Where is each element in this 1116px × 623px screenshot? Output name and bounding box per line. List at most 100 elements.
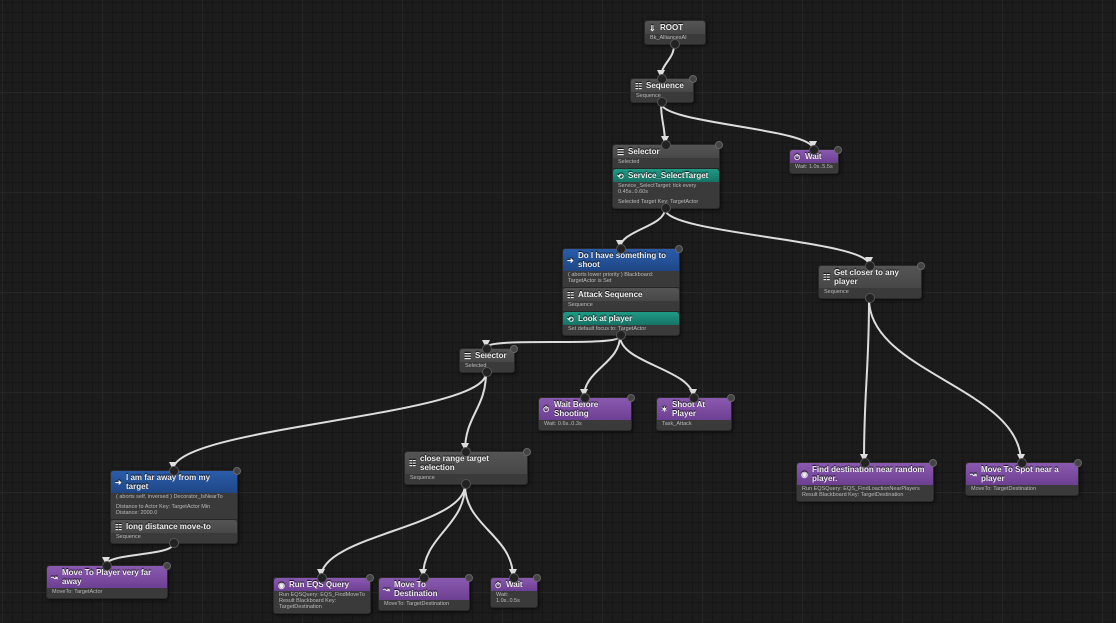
edge-get_closer-find_dest (864, 299, 869, 462)
output-pin[interactable] (616, 330, 626, 340)
bt-node-selector_main[interactable]: ☰SelectorSelected⟲Service_SelectTargetSe… (612, 144, 720, 209)
edge-root-seq_top (661, 45, 674, 78)
input-pin[interactable] (616, 244, 626, 254)
node-subtitle: ( aborts self, inversed ) Decorator_IsNe… (111, 493, 237, 503)
service-icon: ⟲ (567, 315, 575, 323)
bt-node-far_away[interactable]: ➜I am far away from my target( aborts se… (110, 470, 238, 544)
node-title: long distance move-to (126, 522, 211, 531)
breakpoint-toggle[interactable] (233, 467, 241, 475)
wait-icon: ⏱ (543, 405, 551, 413)
breakpoint-toggle[interactable] (510, 345, 518, 353)
edge-selector2-close_range (465, 373, 486, 451)
eqs-icon: ◉ (801, 470, 809, 478)
node-subtitle: Service_SelectTarget: tick every 0.45s..… (613, 182, 719, 198)
wait-icon: ⏱ (794, 153, 802, 161)
node-subtitle: MoveTo: TargetDestination (966, 485, 1078, 495)
output-pin[interactable] (657, 97, 667, 107)
bt-node-move_spot[interactable]: ↝Move To Spot near a player MoveTo: Targe… (965, 462, 1079, 496)
breakpoint-toggle[interactable] (727, 394, 735, 402)
edge-seq_top-selector_main (661, 103, 665, 144)
sequence-icon: ☷ (115, 523, 123, 531)
input-pin[interactable] (102, 561, 112, 571)
bt-node-attack_seq[interactable]: ➜Do I have something to shoot( aborts lo… (562, 248, 680, 336)
node-subtitle: Run EQSQuery: EQS_FindLoactionNearPlayer… (797, 485, 933, 501)
edge-attack_seq-shoot (620, 336, 693, 397)
decorator-icon: ➜ (567, 256, 575, 264)
input-pin[interactable] (580, 393, 590, 403)
input-pin[interactable] (865, 261, 875, 271)
move-icon: ↝ (383, 585, 391, 593)
edge-close_range-wait_bottom (465, 485, 513, 577)
input-pin[interactable] (661, 140, 671, 150)
breakpoint-toggle[interactable] (627, 394, 635, 402)
edge-far_away-move_far (106, 544, 173, 565)
root-icon: ⇓ (649, 24, 657, 32)
breakpoint-toggle[interactable] (689, 75, 697, 83)
node-title: Attack Sequence (578, 290, 642, 299)
edge-get_closer-move_spot (869, 299, 1021, 462)
input-pin[interactable] (317, 573, 327, 583)
breakpoint-toggle[interactable] (834, 146, 842, 154)
output-pin[interactable] (661, 203, 671, 213)
breakpoint-toggle[interactable] (929, 459, 937, 467)
output-pin[interactable] (670, 39, 680, 49)
sequence-icon: ☷ (567, 291, 575, 299)
output-pin[interactable] (461, 479, 471, 489)
bt-node-move_dest[interactable]: ↝Move To DestinationMoveTo: TargetDestin… (378, 577, 470, 611)
node-title: Selector (475, 351, 507, 360)
node-title: Find destination near random player. (812, 465, 929, 483)
bt-node-wait_before_shoot[interactable]: ⏱Wait Before ShootingWait: 0.6s..0.3s (538, 397, 632, 431)
edge-seq_top-wait_top (661, 103, 813, 149)
input-pin[interactable] (1017, 458, 1027, 468)
edge-close_range-move_dest (423, 485, 465, 577)
node-detail: Distance to Actor Key: TargetActor Min D… (111, 503, 237, 519)
move-icon: ↝ (51, 573, 59, 581)
node-subtitle: Selected (613, 158, 719, 168)
node-title: close range target selection (420, 454, 523, 472)
input-pin[interactable] (657, 74, 667, 84)
node-subtitle: Task_Attack (657, 420, 731, 430)
output-pin[interactable] (169, 538, 179, 548)
input-pin[interactable] (419, 573, 429, 583)
breakpoint-toggle[interactable] (715, 141, 723, 149)
node-title: Service_SelectTarget (628, 171, 708, 180)
input-pin[interactable] (482, 344, 492, 354)
breakpoint-toggle[interactable] (163, 562, 171, 570)
bt-node-root[interactable]: ⇓ROOTBk_AlliancesAI (644, 20, 706, 45)
bt-node-move_far[interactable]: ↝Move To Player very far awayMoveTo: Tar… (46, 565, 168, 599)
node-title: Get closer to any player (834, 268, 917, 286)
bt-node-find_dest[interactable]: ◉Find destination near random player. Run… (796, 462, 934, 502)
bt-node-run_eqs[interactable]: ◉Run EQS QueryRun EQSQuery: EQS_FindMove… (273, 577, 371, 614)
breakpoint-toggle[interactable] (533, 574, 541, 582)
edge-attack_seq-selector2 (486, 336, 620, 348)
bt-node-get_closer[interactable]: ☷Get closer to any playerSequence (818, 265, 922, 299)
node-title: Move To Spot near a player (981, 465, 1074, 483)
breakpoint-toggle[interactable] (1074, 459, 1082, 467)
bt-node-wait_bottom[interactable]: ⏱WaitWait: 1.0s..0.5s (490, 577, 538, 608)
bt-node-wait_top[interactable]: ⏱WaitWait: 1.0s..5.5s (789, 149, 839, 174)
output-pin[interactable] (482, 367, 492, 377)
breakpoint-toggle[interactable] (675, 245, 683, 253)
breakpoint-toggle[interactable] (465, 574, 473, 582)
node-title: I am far away from my target (126, 473, 233, 491)
move-icon: ↝ (970, 470, 978, 478)
input-pin[interactable] (860, 458, 870, 468)
shoot-icon: ✶ (661, 405, 669, 413)
input-pin[interactable] (809, 145, 819, 155)
bt-node-seq_top[interactable]: ☷SequenceSequence (630, 78, 694, 103)
input-pin[interactable] (169, 466, 179, 476)
bt-node-shoot[interactable]: ✶Shoot At PlayerTask_Attack (656, 397, 732, 431)
node-subtitle: ( aborts lower priority ) Blackboard: Ta… (563, 271, 679, 287)
breakpoint-toggle[interactable] (366, 574, 374, 582)
edge-close_range-run_eqs (321, 485, 465, 577)
input-pin[interactable] (461, 447, 471, 457)
node-subtitle: Wait: 1.0s..5.5s (790, 163, 838, 173)
node-title: Move To Destination (394, 580, 465, 598)
bt-node-close_range[interactable]: ☷close range target selectionSequence (404, 451, 528, 485)
breakpoint-toggle[interactable] (523, 448, 531, 456)
input-pin[interactable] (689, 393, 699, 403)
breakpoint-toggle[interactable] (917, 262, 925, 270)
output-pin[interactable] (865, 293, 875, 303)
bt-node-selector2[interactable]: ☰SelectorSelected (459, 348, 515, 373)
input-pin[interactable] (509, 573, 519, 583)
